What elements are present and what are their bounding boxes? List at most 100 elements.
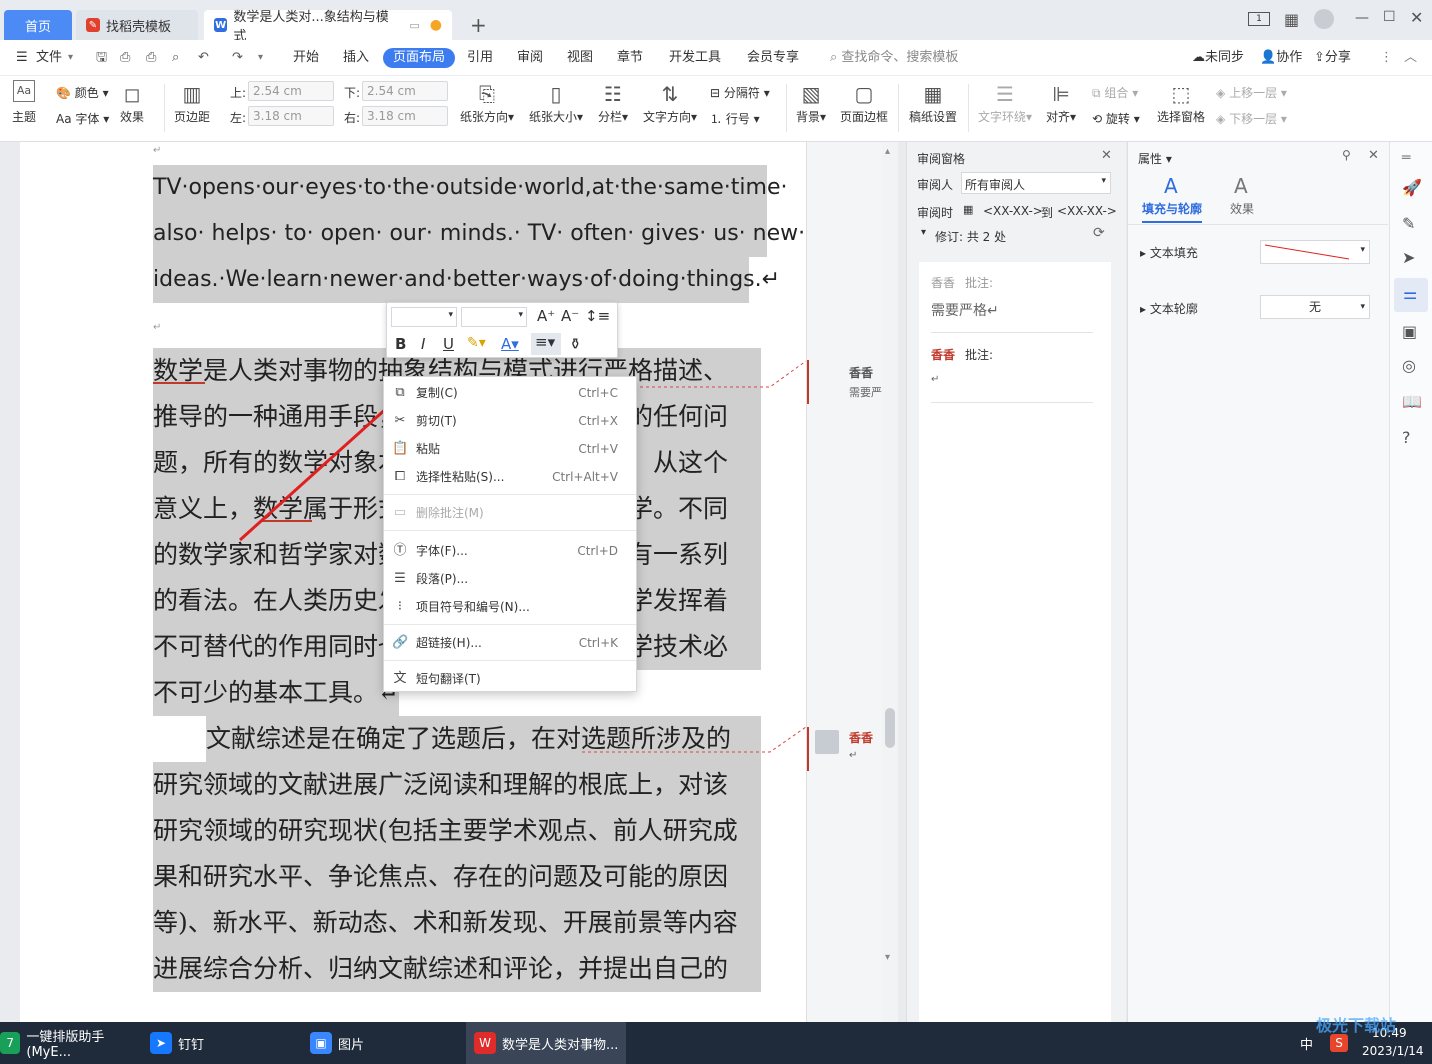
quick-access-chevron-icon[interactable]: ▾: [258, 48, 263, 68]
menu-start[interactable]: 开始: [293, 48, 319, 68]
text-fill-select[interactable]: ▾: [1260, 240, 1370, 264]
time-to[interactable]: <XX-XX->: [1057, 204, 1117, 218]
rotate-button[interactable]: ⟲ 旋转 ▾: [1092, 110, 1140, 127]
selection-pane-button[interactable]: ⬚ 选择窗格: [1157, 80, 1205, 125]
image-edit-icon[interactable]: ▣: [1402, 322, 1417, 341]
undo-icon[interactable]: ↶: [198, 48, 209, 68]
bring-forward-button[interactable]: ◈ 上移一层 ▾: [1216, 84, 1287, 101]
format-painter-icon[interactable]: ⚱: [569, 335, 582, 353]
menu-copy[interactable]: ⧉ 复制(C) Ctrl+C: [384, 379, 636, 407]
close-window-icon[interactable]: ✕: [1410, 8, 1423, 27]
user-avatar[interactable]: [1314, 9, 1334, 29]
vertical-scrollbar[interactable]: ▴ ▾: [882, 142, 898, 1022]
search-command[interactable]: ⌕ 查找命令、搜索模板: [830, 48, 958, 68]
rail-comment-author[interactable]: 香香: [849, 729, 873, 746]
calendar-icon[interactable]: ▦: [963, 203, 973, 216]
menu-hyperlink[interactable]: 🔗 超链接(H)... Ctrl+K: [384, 629, 636, 657]
cursor-icon[interactable]: ➤: [1402, 248, 1415, 267]
properties-title[interactable]: 属性 ▾: [1138, 150, 1172, 167]
taskbar-app-photos[interactable]: ▣ 图片: [310, 1022, 460, 1064]
menu-paragraph[interactable]: ☰ 段落(P)...: [384, 565, 636, 593]
new-tab-button[interactable]: +: [460, 10, 497, 40]
shrink-font-icon[interactable]: A⁻: [561, 307, 579, 325]
taskbar-app-myeditor[interactable]: 7 一键排版助手(MyE...: [0, 1022, 140, 1064]
doc-line[interactable]: ideas.·We·learn·newer·and·better·ways·of…: [153, 257, 780, 303]
menu-review[interactable]: 审阅: [517, 48, 543, 68]
theme-button[interactable]: Aa 主题: [12, 80, 36, 125]
text-fill-section[interactable]: ▸ 文本填充: [1140, 244, 1198, 261]
font-button[interactable]: Aa 字体 ▾: [56, 110, 109, 127]
grow-font-icon[interactable]: A⁺: [537, 307, 555, 325]
menu-reference[interactable]: 引用: [467, 48, 493, 68]
collapse-ribbon-icon[interactable]: ︿: [1404, 48, 1417, 68]
collab-button[interactable]: 👤协作: [1260, 48, 1302, 68]
chevron-down-icon[interactable]: ▾: [921, 227, 926, 238]
align-dropdown-icon[interactable]: ≡▾: [531, 333, 561, 355]
tab-fill-outline[interactable]: 填充与轮廓: [1142, 200, 1203, 223]
menu-cut[interactable]: ✂ 剪切(T) Ctrl+X: [384, 407, 636, 435]
clock-date[interactable]: 2023/1/14: [1362, 1044, 1424, 1058]
help-icon[interactable]: ?: [1402, 428, 1411, 447]
doc-line[interactable]: 不可少的基本工具。↵: [153, 670, 399, 716]
effect-button[interactable]: ◻ 效果: [120, 80, 144, 125]
menu-translate[interactable]: 文短句翻译(T): [384, 665, 636, 693]
review-comment-text[interactable]: 需要严格↵: [931, 300, 999, 320]
apps-grid-icon[interactable]: ▦: [1284, 10, 1299, 29]
more-icon[interactable]: ⋮: [1380, 48, 1393, 68]
redo-icon[interactable]: ↷: [232, 48, 243, 68]
right-margin-field[interactable]: 3.18 cm: [362, 106, 448, 126]
minimize-icon[interactable]: —: [1355, 10, 1369, 26]
text-direction-button[interactable]: ⇅ 文字方向▾: [643, 80, 697, 125]
tab-home[interactable]: 首页: [4, 10, 72, 40]
taskbar-app-dingtalk[interactable]: ➤ 钉钉: [150, 1022, 298, 1064]
left-margin-field[interactable]: 3.18 cm: [248, 106, 334, 126]
margin-button[interactable]: ▥ 页边距: [174, 80, 210, 125]
refresh-icon[interactable]: ⟳: [1093, 225, 1105, 241]
highlight-icon[interactable]: ✎▾: [467, 335, 486, 351]
chevron-down-icon[interactable]: ▾: [68, 48, 73, 68]
handle-icon[interactable]: ═: [1402, 150, 1410, 166]
save-icon[interactable]: 🖫: [96, 48, 107, 68]
book-icon[interactable]: 📖: [1402, 392, 1422, 411]
background-button[interactable]: ▧ 背景▾: [796, 80, 826, 125]
menu-dev-tools[interactable]: 开发工具: [669, 48, 721, 68]
text-outline-section[interactable]: ▸ 文本轮廓: [1140, 300, 1198, 317]
review-comment-text[interactable]: ↵: [931, 374, 939, 385]
rail-comment-text[interactable]: ↵: [849, 750, 857, 761]
close-review-icon[interactable]: ✕: [1101, 148, 1112, 163]
location-icon[interactable]: ◎: [1402, 356, 1416, 375]
settings-active[interactable]: ⚌: [1394, 278, 1428, 312]
tab-template[interactable]: ✎ 找稻壳模板: [76, 10, 198, 40]
sync-status[interactable]: ☁未同步: [1192, 48, 1244, 68]
underline-icon[interactable]: U: [443, 335, 454, 353]
align-button[interactable]: ⊫ 对齐▾: [1046, 80, 1076, 125]
group-button[interactable]: ⧉ 组合 ▾: [1092, 84, 1138, 101]
menu-paste-special[interactable]: ⧠ 选择性粘贴(S)... Ctrl+Alt+V: [384, 463, 636, 491]
text-outline-select[interactable]: 无 ▾: [1260, 295, 1370, 319]
top-margin-field[interactable]: 2.54 cm: [248, 81, 334, 101]
preview-icon[interactable]: ⌕: [172, 48, 179, 68]
scroll-thumb[interactable]: [885, 708, 895, 748]
hamburger-icon[interactable]: ☰: [16, 48, 28, 68]
paper-size-button[interactable]: ▯ 纸张大小▾: [529, 80, 583, 125]
menu-view[interactable]: 视图: [567, 48, 593, 68]
doc-line[interactable]: TV·opens·our·eyes·to·the·outside·world,a…: [153, 165, 787, 211]
tab-effect[interactable]: 效果: [1230, 200, 1254, 217]
rocket-icon[interactable]: 🚀: [1402, 178, 1422, 197]
time-from[interactable]: <XX-XX->: [983, 204, 1043, 218]
font-name-select[interactable]: ▾: [391, 307, 457, 327]
menu-file[interactable]: 文件: [36, 48, 62, 68]
doc-line[interactable]: 等)、新水平、新动态、术和新发现、开展前景等内容: [153, 900, 761, 946]
layout-switch-icon[interactable]: 1: [1248, 12, 1270, 26]
print-icon[interactable]: ⎙: [146, 48, 156, 68]
menu-chapter[interactable]: 章节: [617, 48, 643, 68]
line-spacing-icon[interactable]: ↕≡: [585, 307, 610, 325]
manuscript-button[interactable]: ▦ 稿纸设置: [909, 80, 957, 125]
color-button[interactable]: 🎨 颜色 ▾: [56, 84, 109, 101]
menu-member[interactable]: 会员专享: [747, 48, 799, 68]
tab-document[interactable]: W 数学是人类对...象结构与模式 ▭ ●: [204, 10, 452, 44]
sogou-ime-icon[interactable]: S: [1330, 1034, 1348, 1052]
page-border-button[interactable]: ▢ 页面边框: [840, 80, 888, 125]
tab-window-icon[interactable]: ▭: [409, 19, 419, 32]
doc-line[interactable]: 研究领域的研究现状(包括主要学术观点、前人研究成: [153, 808, 761, 854]
